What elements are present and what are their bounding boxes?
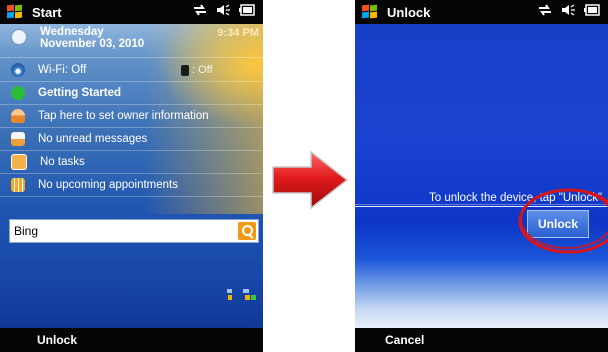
windows-logo-icon[interactable] [362, 4, 378, 19]
list-item-label: No tasks [40, 156, 85, 168]
unlock-screen: Unlock To unlock the device, tap "Unlock… [355, 0, 608, 352]
unlock-softkey[interactable]: Unlock [37, 333, 77, 347]
date-row[interactable]: Wednesday November 03, 2010 9:34 PM [0, 24, 263, 58]
divider [0, 196, 263, 197]
owner-icon [11, 109, 25, 123]
wifi-row[interactable]: Wi-Fi: Off : Off [0, 59, 263, 81]
unlock-panel: To unlock the device, tap "Unlock". Unlo… [355, 24, 608, 328]
search-box[interactable] [9, 219, 259, 243]
volume-icon[interactable] [561, 4, 575, 19]
clock-time: 9:34 PM [217, 27, 259, 39]
list-item-label: No unread messages [38, 133, 148, 145]
today-panel: Wednesday November 03, 2010 9:34 PM Wi-F… [0, 24, 263, 328]
wifi-label: Wi-Fi: Off [38, 64, 87, 76]
connectivity-icon[interactable] [538, 4, 552, 19]
getting-started-icon [11, 86, 25, 100]
bluetooth-label: : Off [192, 64, 213, 76]
cancel-softkey[interactable]: Cancel [385, 333, 424, 347]
list-item-label: Getting Started [38, 87, 122, 99]
divider [0, 57, 263, 58]
tasks-icon [11, 154, 27, 170]
list-item-label: Tap here to set owner information [38, 110, 209, 122]
unlock-title: Unlock [387, 4, 431, 20]
list-item-getting-started[interactable]: Getting Started [0, 82, 263, 104]
clock-icon [11, 29, 27, 45]
unlock-title-bar: Unlock [355, 0, 608, 24]
bluetooth-status[interactable]: : Off [181, 64, 213, 76]
date-full: November 03, 2010 [40, 38, 145, 50]
highlight-circle [518, 188, 608, 254]
search-input[interactable] [10, 220, 238, 242]
start-title-bar: Start [0, 0, 263, 24]
bluetooth-icon [181, 64, 189, 76]
list-item-messages[interactable]: No unread messages [0, 128, 263, 150]
date-weekday: Wednesday [40, 26, 104, 38]
wifi-icon [11, 63, 25, 77]
calendar-icon [11, 178, 25, 192]
volume-icon[interactable] [216, 4, 230, 19]
list-item-label: No upcoming appointments [38, 179, 178, 191]
list-item-tasks[interactable]: No tasks [0, 151, 263, 173]
unlock-softkey-bar: Cancel [355, 328, 608, 352]
battery-icon[interactable] [584, 4, 600, 19]
battery-icon[interactable] [239, 4, 255, 19]
start-title: Start [32, 4, 62, 20]
search-icon[interactable] [238, 222, 256, 240]
windows-logo-icon[interactable] [7, 4, 23, 19]
messages-icon [11, 132, 25, 146]
network-status-icon[interactable] [225, 287, 257, 301]
list-item-appointments[interactable]: No upcoming appointments [0, 174, 263, 196]
connectivity-icon[interactable] [193, 4, 207, 19]
list-item-owner[interactable]: Tap here to set owner information [0, 105, 263, 127]
start-softkey-bar: Unlock [0, 328, 263, 352]
right-arrow-icon [272, 150, 349, 210]
start-screen: Start Wednesday November 03, 2010 9:34 P… [0, 0, 263, 352]
